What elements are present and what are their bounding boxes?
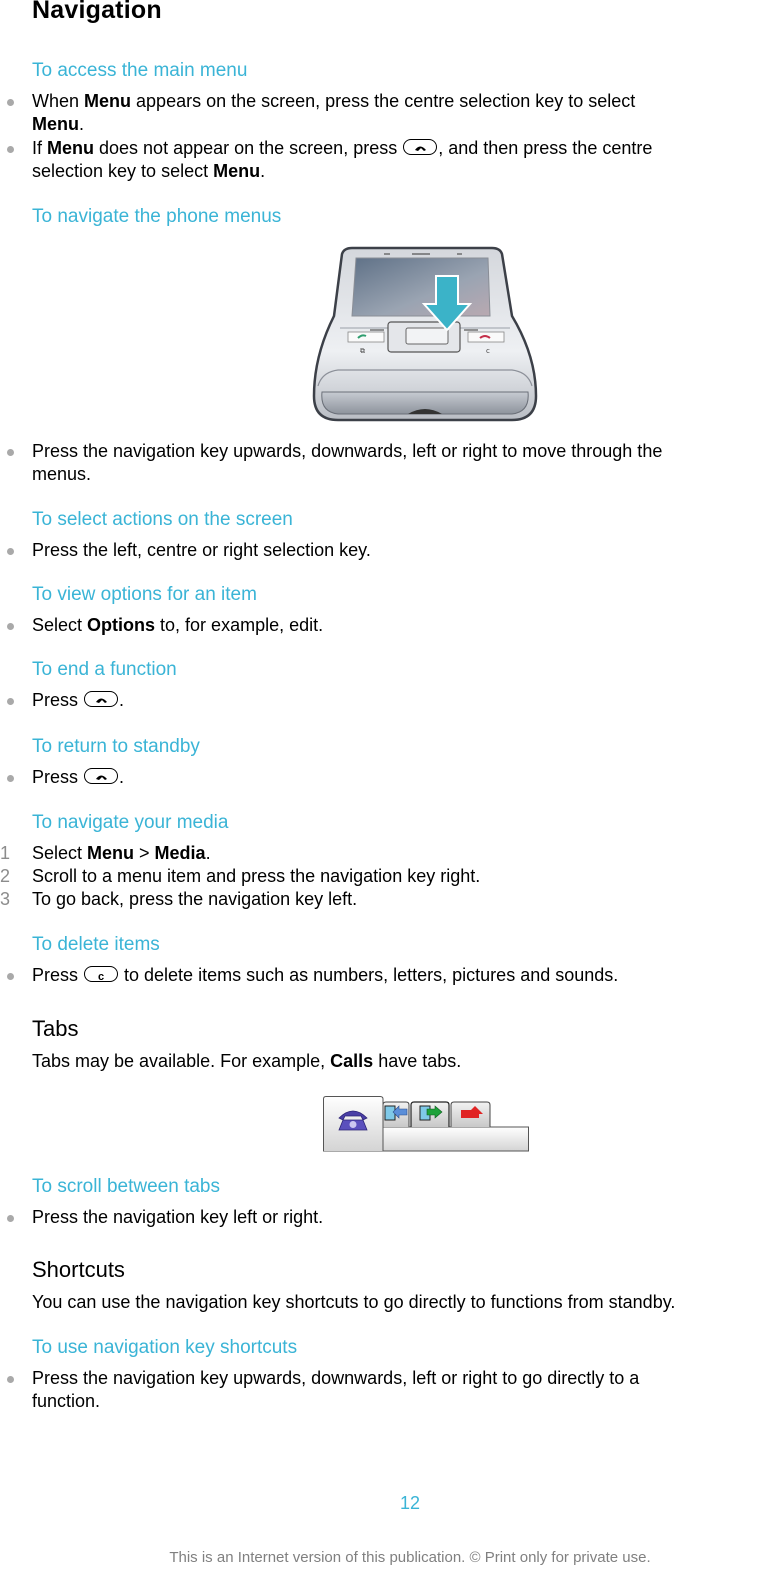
bullet: [7, 623, 14, 630]
heading-select-actions: To select actions on the screen: [32, 509, 293, 530]
heading-end-function: To end a function: [32, 659, 177, 680]
page-title: Navigation: [32, 0, 162, 24]
heading-navigate-media: To navigate your media: [32, 812, 229, 833]
heading-use-shortcuts: To use navigation key shortcuts: [32, 1337, 298, 1358]
shortcuts-description: You can use the navigation key shortcuts…: [32, 1292, 676, 1312]
tabs-description: Tabs may be available. For example, Call…: [32, 1051, 462, 1071]
phone-illustration: ⧉ c: [312, 246, 538, 422]
heading-delete-items: To delete items: [32, 934, 160, 955]
heading-return-standby: To return to standby: [32, 736, 200, 757]
tab-missed-calls[interactable]: [450, 1101, 491, 1127]
clear-key-icon: c: [84, 966, 119, 983]
svg-text:c: c: [486, 347, 490, 355]
bullet: [7, 548, 14, 555]
bullet: [7, 99, 14, 106]
tab-received-calls[interactable]: [382, 1101, 410, 1127]
tab-dialled-calls[interactable]: [410, 1101, 450, 1127]
phone-navigation-key-icon: ⧉ c: [312, 246, 538, 422]
heading-access-menu: To access the main menu: [32, 60, 248, 81]
heading-shortcuts: Shortcuts: [32, 1257, 125, 1282]
received-call-icon: [384, 1105, 396, 1121]
end-call-key-icon: [403, 139, 438, 156]
heading-view-options: To view options for an item: [32, 584, 257, 605]
bullet: [7, 973, 14, 980]
bullet: [7, 698, 14, 705]
bullet: [7, 1376, 14, 1383]
bullet: [7, 146, 14, 153]
page-number: 12: [399, 1493, 421, 1513]
bullet: [7, 1215, 14, 1222]
footer-note: This is an Internet version of this publ…: [169, 1549, 651, 1566]
heading-tabs: Tabs: [32, 1016, 79, 1041]
end-call-key-icon: [84, 691, 119, 708]
heading-scroll-tabs: To scroll between tabs: [32, 1176, 220, 1197]
bullet: [7, 775, 14, 782]
end-call-key-icon: [84, 768, 119, 785]
bullet: [7, 449, 14, 456]
heading-navigate-phone: To navigate the phone menus: [32, 206, 282, 227]
tab-all-calls[interactable]: [323, 1096, 384, 1152]
svg-text:⧉: ⧉: [360, 347, 365, 355]
tabs-illustration: [323, 1096, 530, 1152]
